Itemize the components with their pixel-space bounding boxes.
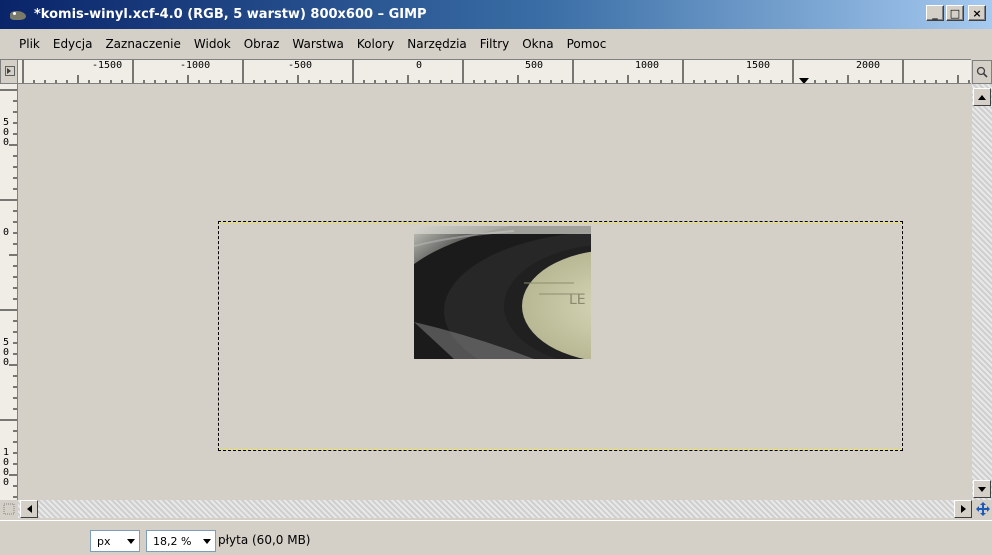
ruler-label: 500 <box>3 117 10 148</box>
menu-edycja[interactable]: Edycja <box>48 37 101 51</box>
pointer-position-marker <box>799 78 809 83</box>
menu-narzedzia[interactable]: Narzędzia <box>402 37 475 51</box>
quick-mask-dots-icon[interactable] <box>0 500 18 518</box>
ruler-label: 2000 <box>856 60 881 71</box>
menu-filtry[interactable]: Filtry <box>475 37 517 51</box>
magnifier-icon[interactable] <box>972 60 992 84</box>
menu-bar: Plik Edycja Zaznaczenie Widok Obraz Wars… <box>0 29 992 59</box>
gimp-wilber-icon[interactable] <box>8 7 28 23</box>
minimize-button[interactable]: _ <box>926 5 944 21</box>
menu-kolory[interactable]: Kolory <box>352 37 402 51</box>
zoom-value: 18,2 % <box>153 534 192 548</box>
unit-dropdown[interactable]: px <box>90 530 140 552</box>
ruler-label: 0 <box>416 60 423 71</box>
window-controls: _ □ × <box>926 5 986 21</box>
chevron-down-icon <box>127 539 135 544</box>
title-bar[interactable]: *komis-winyl.xcf-4.0 (RGB, 5 warstw) 800… <box>0 0 992 29</box>
arrow-left-icon[interactable] <box>20 500 38 518</box>
menu-zaznaczenie[interactable]: Zaznaczenie <box>100 37 188 51</box>
ruler-label: 1500 <box>746 60 771 71</box>
arrow-right-icon[interactable] <box>954 500 972 518</box>
menu-obraz[interactable]: Obraz <box>239 37 288 51</box>
arrow-down-icon[interactable] <box>973 480 991 498</box>
ruler-label: -1000 <box>180 60 211 71</box>
menu-warstwa[interactable]: Warstwa <box>287 37 352 51</box>
ruler-label: 500 <box>3 337 10 368</box>
arrow-up-icon[interactable] <box>973 88 991 106</box>
image-canvas[interactable]: LE <box>19 85 972 500</box>
horizontal-ruler[interactable]: -1500 -1000 -500 0 500 1000 1500 2000 <box>18 59 971 84</box>
menu-pomoc[interactable]: Pomoc <box>562 37 615 51</box>
quick-mask-toggle[interactable] <box>0 59 18 84</box>
status-message: płyta (60,0 MB) <box>218 533 311 547</box>
menu-okna[interactable]: Okna <box>517 37 561 51</box>
ruler-label: 0 <box>3 227 10 238</box>
vertical-ruler[interactable]: 500 0 500 1000 <box>0 84 18 500</box>
vertical-scrollbar[interactable] <box>972 84 992 500</box>
navigate-cross-icon[interactable] <box>974 500 992 518</box>
vinyl-record-layer[interactable]: LE <box>414 226 591 359</box>
maximize-button[interactable]: □ <box>946 5 964 21</box>
status-bar: px 18,2 % płyta (60,0 MB) <box>0 520 992 555</box>
close-button[interactable]: × <box>968 5 986 21</box>
unit-value: px <box>97 534 111 548</box>
ruler-label: -500 <box>288 60 313 71</box>
ruler-label: 500 <box>525 60 544 71</box>
ruler-label: 1000 <box>3 447 10 488</box>
horizontal-scrollbar[interactable] <box>18 500 972 518</box>
window-title: *komis-winyl.xcf-4.0 (RGB, 5 warstw) 800… <box>34 7 427 22</box>
menu-widok[interactable]: Widok <box>189 37 239 51</box>
chevron-down-icon <box>203 539 211 544</box>
menu-plik[interactable]: Plik <box>14 37 48 51</box>
zoom-dropdown[interactable]: 18,2 % <box>146 530 216 552</box>
ruler-label: -1500 <box>92 60 123 71</box>
ruler-label: 1000 <box>635 60 660 71</box>
